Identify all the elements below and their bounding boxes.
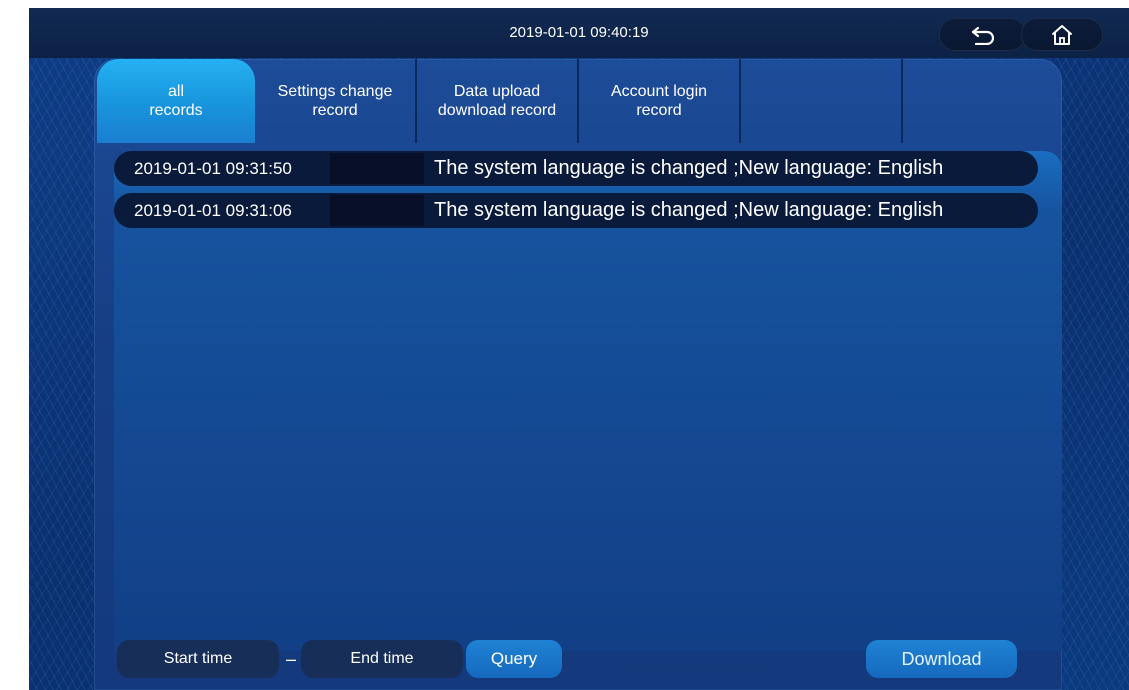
tab-label: Settings change <box>277 83 393 100</box>
screen: 2019-01-01 09:40:19 all records Settings… <box>29 8 1129 690</box>
record-list[interactable]: 2019-01-01 09:31:50 The system language … <box>114 151 1062 651</box>
tab-label: Account login <box>610 83 708 100</box>
tab-bar: all records Settings change record Data up… <box>94 59 1062 143</box>
home-button[interactable] <box>1021 18 1103 51</box>
record-timestamp: 2019-01-01 09:31:50 <box>134 159 292 178</box>
tab-settings-change-record[interactable]: Settings change record <box>255 59 417 143</box>
record-timestamp: 2019-01-01 09:31:06 <box>134 201 292 220</box>
tab-empty[interactable] <box>903 59 1062 143</box>
record-message: The system language is changed ;New lang… <box>434 157 944 179</box>
tab-label: records <box>149 102 203 119</box>
top-bar: 2019-01-01 09:40:19 <box>29 8 1129 58</box>
query-button[interactable]: Query <box>466 640 562 678</box>
time-range-separator: – <box>285 649 296 669</box>
tab-label: record <box>312 102 358 119</box>
tab-label: all <box>167 83 184 100</box>
tab-account-login-record[interactable]: Account login record <box>579 59 741 143</box>
tab-empty[interactable] <box>741 59 903 143</box>
records-panel: all records Settings change record Data up… <box>94 59 1062 690</box>
record-row[interactable]: 2019-01-01 09:31:50 The system language … <box>114 151 1038 186</box>
record-user-field <box>330 153 424 184</box>
record-row[interactable]: 2019-01-01 09:31:06 The system language … <box>114 193 1038 228</box>
tab-label: record <box>636 102 682 119</box>
tab-data-upload-download-record[interactable]: Data upload download record <box>417 59 579 143</box>
back-arrow-icon <box>970 25 996 45</box>
tab-label: download record <box>437 102 557 119</box>
end-time-field[interactable]: End time <box>301 640 463 678</box>
tab-all-records[interactable]: all records <box>97 59 255 143</box>
record-user-field <box>330 195 424 226</box>
start-time-field[interactable]: Start time <box>117 640 279 678</box>
download-button[interactable]: Download <box>866 640 1017 678</box>
record-message: The system language is changed ;New lang… <box>434 199 944 221</box>
home-icon <box>1050 23 1074 47</box>
back-button[interactable] <box>939 18 1026 51</box>
tab-label: Data upload <box>453 83 541 100</box>
